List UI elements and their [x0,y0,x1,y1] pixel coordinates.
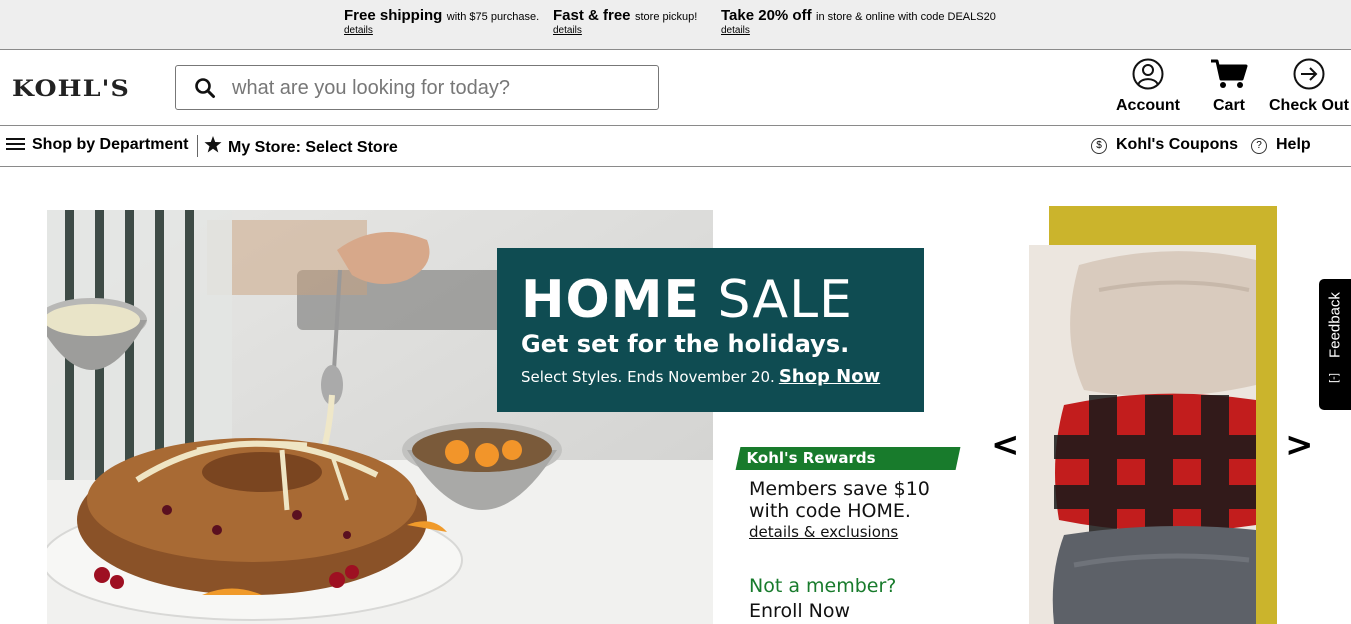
promo-details-link[interactable]: details [553,25,697,37]
promo-text: with $75 purchase. [446,11,540,23]
promo-store-pickup: Fast & free store pickup! details [553,7,698,37]
nav-divider [197,135,198,157]
home-sale-subtitle: Get set for the holidays. [521,330,850,358]
kohls-logo[interactable]: KOHL'S [12,76,130,102]
carousel-next-button[interactable]: > [1285,425,1314,465]
promo-text: store pickup! [634,11,698,23]
blankets-image[interactable] [1029,245,1256,624]
promo-discount-code: Take 20% off in store & online with code… [721,7,996,37]
account-button[interactable]: Account [1115,58,1181,115]
feedback-label: Feedback [1326,292,1344,358]
secondary-nav: Shop by Department My Store: Select Stor… [0,126,1351,167]
feedback-icon: [-] [1327,373,1340,383]
dollar-icon: $ [1091,138,1107,154]
my-store-label: My Store: Select Store [228,139,398,156]
home-sale-details: Select Styles. Ends November 20. Shop Now [521,366,881,387]
promo-title: Free shipping [344,7,443,24]
checkout-button[interactable]: Check Out [1267,58,1351,115]
promo-bar: Free shipping with $75 purchase. details… [0,0,1351,49]
members-offer-text: Members save $10 with code HOME. [749,478,930,522]
rewards-exclusive-badge: Kohl's Rewards Exclusive [735,447,961,490]
kohls-coupons-link[interactable]: $ Kohl's Coupons [1091,136,1238,154]
help-link[interactable]: ? Help [1251,136,1311,154]
question-icon: ? [1251,138,1267,154]
account-label: Account [1116,97,1180,114]
cart-icon [1211,59,1248,88]
promo-details-link[interactable]: details [721,25,996,37]
home-sale-title: HOME SALE [521,270,853,330]
hamburger-menu-icon [6,138,25,150]
blanket-stack-illustration [1029,245,1256,624]
kohls-coupons-label: Kohl's Coupons [1116,136,1239,153]
promo-details-link[interactable]: details [344,25,539,37]
details-exclusions-link[interactable]: details & exclusions [749,523,898,541]
cart-button[interactable]: Cart [1207,58,1251,115]
promo-free-shipping: Free shipping with $75 purchase. details [344,7,540,37]
shop-by-department-label: Shop by Department [32,136,189,153]
help-label: Help [1276,136,1311,153]
star-icon [204,136,222,153]
shop-now-link[interactable]: Shop Now [779,366,880,387]
search-box[interactable] [175,65,659,110]
promo-title: Fast & free [553,7,631,24]
shop-by-department-button[interactable]: Shop by Department [6,136,188,154]
home-sale-banner[interactable]: HOME SALE Get set for the holidays. Sele… [497,248,924,412]
search-icon[interactable] [194,77,216,99]
cart-label: Cart [1212,97,1245,114]
my-store-button[interactable]: My Store: Select Store [204,136,398,157]
feedback-tab[interactable]: Feedback [-] [1319,279,1351,410]
promo-text: in store & online with code DEALS20 [816,11,996,23]
not-a-member-text: Not a member? [749,575,897,597]
site-header: KOHL'S Account Cart Check Out [0,49,1351,126]
checkout-arrow-icon [1293,58,1325,90]
promo-title: Take 20% off [721,7,812,24]
search-input[interactable] [232,74,642,102]
carousel-prev-button[interactable]: < [991,425,1020,465]
checkout-label: Check Out [1268,97,1349,114]
enroll-now-link[interactable]: Enroll Now [749,600,850,622]
account-icon [1132,58,1164,90]
